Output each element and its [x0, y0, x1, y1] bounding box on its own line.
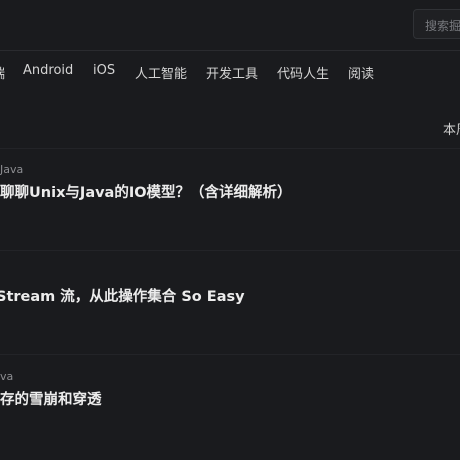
- article-meta: va: [0, 370, 14, 383]
- article-title[interactable]: 聊聊Unix与Java的IO模型？（含详细解析）: [0, 181, 292, 202]
- nav-item-ai[interactable]: 人工智能: [135, 63, 187, 82]
- article-meta: Java: [0, 163, 24, 176]
- page: 搜索掘 端 Android iOS 人工智能 开发工具 代码人生 阅读 本周 J…: [0, 0, 460, 460]
- nav-item-android[interactable]: Android: [23, 63, 73, 78]
- article-item[interactable]: Java 聊聊Unix与Java的IO模型？（含详细解析）: [0, 149, 460, 250]
- search-input[interactable]: 搜索掘: [413, 9, 460, 39]
- nav-item-reading[interactable]: 阅读: [348, 63, 374, 82]
- category-nav: 端 Android iOS 人工智能 开发工具 代码人生 阅读: [0, 50, 460, 94]
- article-title[interactable]: Stream 流，从此操作集合 So Easy: [0, 285, 245, 306]
- nav-item-dev-tools[interactable]: 开发工具: [206, 63, 258, 82]
- weekly-tab[interactable]: 本周: [443, 119, 460, 138]
- nav-item-ios[interactable]: iOS: [93, 63, 115, 78]
- search-placeholder: 搜索掘: [425, 19, 460, 33]
- article-item[interactable]: Stream 流，从此操作集合 So Easy: [0, 251, 460, 354]
- article-item[interactable]: va 存的雪崩和穿透: [0, 355, 460, 460]
- nav-item-code-life[interactable]: 代码人生: [277, 63, 329, 82]
- article-title[interactable]: 存的雪崩和穿透: [0, 388, 102, 409]
- top-header: 搜索掘: [0, 0, 460, 51]
- nav-item-frontend[interactable]: 端: [0, 63, 5, 82]
